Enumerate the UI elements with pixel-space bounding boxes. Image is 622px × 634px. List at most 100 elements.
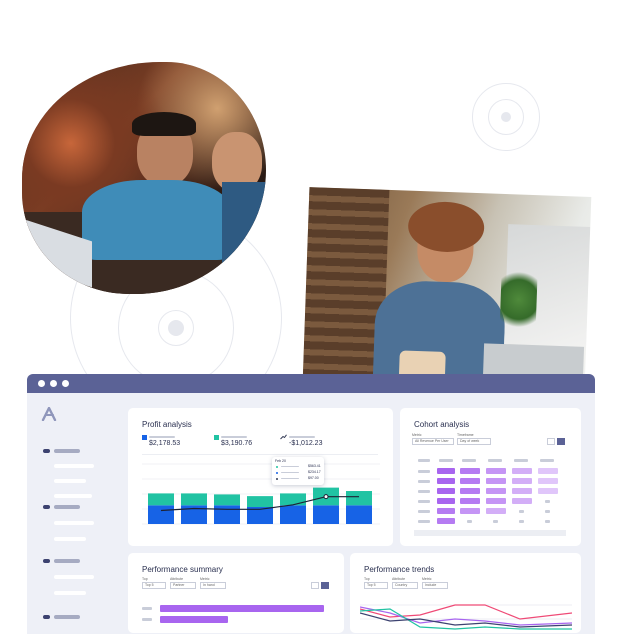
cohort-cell[interactable] — [486, 498, 506, 504]
legend-label-placeholder — [149, 436, 175, 438]
cohort-cell[interactable] — [512, 498, 532, 504]
toggle-chart-button[interactable] — [321, 582, 329, 589]
cohort-cell[interactable] — [437, 498, 455, 504]
tooltip-dot — [276, 478, 278, 480]
cohort-cell[interactable] — [519, 510, 524, 513]
cohort-header — [488, 459, 502, 462]
metric-select[interactable]: In hand — [200, 582, 226, 589]
tooltip-label — [281, 466, 299, 467]
cohort-cell[interactable] — [512, 488, 532, 494]
attribute-select[interactable]: Country — [392, 582, 418, 589]
sidebar-subitem[interactable] — [54, 494, 92, 498]
cohort-cell[interactable] — [486, 488, 506, 494]
cohort-cell[interactable] — [512, 468, 532, 474]
sidebar-item-2[interactable] — [43, 505, 50, 509]
sidebar-item-1[interactable] — [43, 449, 50, 453]
sidebar-subitem[interactable] — [54, 464, 94, 468]
profit-analysis-card: Profit analysis $2,178.53 $3,190.76 -$1,… — [128, 408, 393, 546]
cohort-cell[interactable] — [460, 468, 480, 474]
cohort-cell[interactable] — [460, 508, 480, 514]
sidebar-subitem[interactable] — [54, 521, 94, 525]
cohort-row-label — [418, 500, 430, 503]
sidebar-subitem[interactable] — [54, 575, 94, 579]
bar-segment-blue[interactable] — [214, 505, 240, 524]
tooltip-value: $234.17 — [308, 470, 321, 474]
analyst-photo — [302, 187, 592, 391]
cohort-cell[interactable] — [437, 488, 455, 494]
bar-segment-teal[interactable] — [346, 491, 372, 506]
legend-label-placeholder — [221, 436, 247, 438]
cohort-analysis-card: Cohort analysis Metric All Revenue Per U… — [400, 408, 581, 546]
sidebar-subitem[interactable] — [54, 537, 86, 541]
cohort-cell[interactable] — [460, 488, 480, 494]
cohort-cell[interactable] — [538, 478, 558, 484]
cohort-cell[interactable] — [545, 520, 550, 523]
cohort-cell[interactable] — [437, 468, 455, 474]
sidebar — [27, 393, 121, 634]
metric-value: $2,178.53 — [149, 440, 181, 447]
cohort-cell[interactable] — [538, 468, 558, 474]
bar-segment-teal[interactable] — [148, 493, 174, 506]
cohort-cell[interactable] — [437, 508, 455, 514]
line-point-highlight — [323, 494, 329, 500]
attribute-select[interactable]: Partner — [170, 582, 196, 589]
trends-chart — [360, 604, 572, 630]
tooltip-value: $97.00 — [308, 476, 319, 480]
performance-trends-card: Performance trends Top Top 5 Attribute C… — [350, 553, 581, 633]
bar-segment-teal[interactable] — [280, 493, 306, 506]
cohort-cell[interactable] — [545, 500, 550, 503]
row-label-placeholder — [142, 607, 152, 610]
sidebar-item-1-label — [54, 449, 80, 453]
window-titlebar — [27, 374, 595, 393]
cohort-row-label — [418, 490, 430, 493]
cohort-cell[interactable] — [512, 478, 532, 484]
cohort-row-label — [418, 470, 430, 473]
select-caption: Metric — [422, 577, 432, 581]
sidebar-subitem[interactable] — [54, 479, 86, 483]
trend-icon — [280, 434, 287, 440]
bar-segment-blue[interactable] — [280, 505, 306, 524]
bar-segment-teal[interactable] — [247, 496, 273, 507]
sidebar-item-3[interactable] — [43, 559, 50, 563]
window-dot-1[interactable] — [38, 380, 45, 387]
cohort-cell[interactable] — [493, 520, 498, 523]
cohort-cell[interactable] — [460, 498, 480, 504]
trend-line-pink — [360, 604, 572, 620]
row-label-placeholder — [142, 618, 152, 621]
window-dot-2[interactable] — [50, 380, 57, 387]
metric-select[interactable]: Include — [422, 582, 448, 589]
sidebar-item-2-label — [54, 505, 80, 509]
cohort-header — [462, 459, 476, 462]
cohort-row-label — [418, 480, 430, 483]
sidebar-item-4[interactable] — [43, 615, 50, 619]
bar-segment-blue[interactable] — [313, 505, 339, 524]
cohort-row-label — [418, 520, 430, 523]
top-select[interactable]: Top 5 — [364, 582, 388, 589]
cohort-header — [514, 459, 528, 462]
cohort-cell[interactable] — [538, 488, 558, 494]
bar-segment-teal[interactable] — [181, 493, 207, 506]
metric-value: $3,190.76 — [221, 440, 253, 447]
profit-chart — [142, 463, 380, 525]
cohort-cell[interactable] — [437, 518, 455, 524]
sidebar-subitem[interactable] — [54, 591, 86, 595]
cohort-cell[interactable] — [486, 468, 506, 474]
window-dot-3[interactable] — [62, 380, 69, 387]
legend-swatch-blue — [142, 435, 147, 440]
cohort-cell[interactable] — [460, 478, 480, 484]
cohort-cell[interactable] — [486, 508, 506, 514]
bar-segment-blue[interactable] — [148, 505, 174, 524]
top-select[interactable]: Top 5 — [142, 582, 166, 589]
toggle-table-button[interactable] — [311, 582, 319, 589]
chart-tooltip: Feb 20 $563.41 $234.17 $97.00 — [272, 457, 324, 485]
legend-swatch-teal — [214, 435, 219, 440]
cohort-header — [439, 459, 453, 462]
cohort-cell[interactable] — [519, 520, 524, 523]
cohort-cell[interactable] — [437, 478, 455, 484]
cohort-cell[interactable] — [486, 478, 506, 484]
bar-segment-teal[interactable] — [214, 494, 240, 506]
legend-label-placeholder — [289, 436, 315, 438]
cohort-cell[interactable] — [545, 510, 550, 513]
cohort-cell[interactable] — [467, 520, 472, 523]
bar-segment-blue[interactable] — [346, 505, 372, 524]
